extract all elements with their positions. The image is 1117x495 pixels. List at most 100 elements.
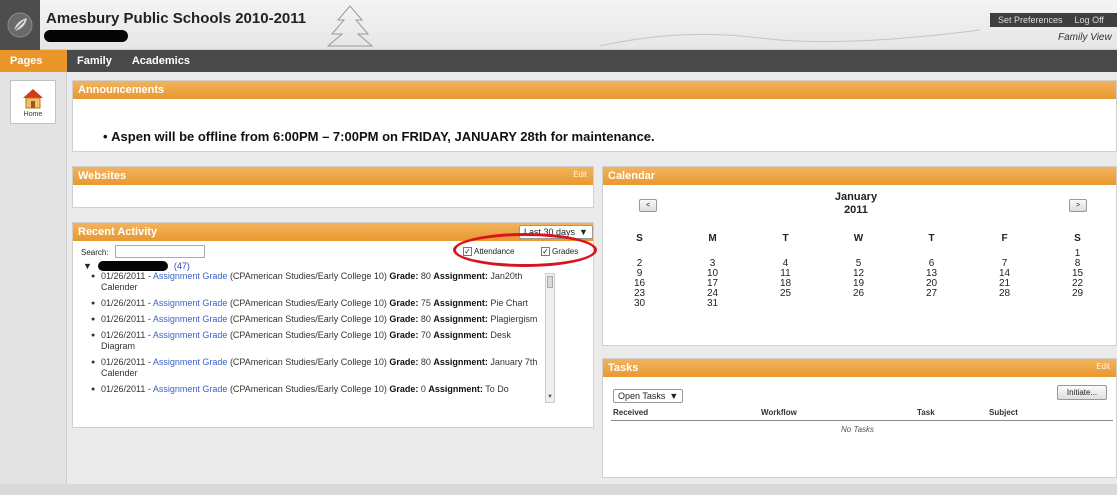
announcement-message: Aspen will be offline from 6:00PM – 7:00… xyxy=(111,129,655,144)
websites-edit-link[interactable]: Edit xyxy=(573,170,587,179)
calendar-title: Calendar xyxy=(608,170,656,182)
calendar-year: 2011 xyxy=(844,204,868,216)
preferences-bar: Set Preferences Log Off xyxy=(990,13,1117,27)
leaf-icon xyxy=(7,12,33,38)
weekday-label: T xyxy=(928,233,935,244)
tasks-header: Tasks Edit xyxy=(603,359,1116,377)
list-item: 01/26/2011 - Assignment Grade (CPAmerica… xyxy=(91,330,541,352)
recent-activity-title: Recent Activity xyxy=(78,226,158,238)
calendar-header: Calendar xyxy=(603,167,1116,185)
prev-month-button[interactable]: < xyxy=(639,199,657,212)
calendar-day[interactable] xyxy=(968,299,1041,309)
view-label: Family View xyxy=(1058,32,1112,43)
home-button[interactable]: Home xyxy=(10,80,56,124)
tab-pages[interactable]: Pages xyxy=(0,50,67,72)
app-header: Amesbury Public Schools 2010-2011 Set Pr… xyxy=(0,0,1117,50)
calendar-day[interactable]: 31 xyxy=(676,299,749,309)
calendar-week: 30 31 xyxy=(603,299,1116,309)
calendar-day[interactable]: 26 xyxy=(822,289,895,299)
activity-list: 01/26/2011 - Assignment Grade (CPAmerica… xyxy=(91,271,541,401)
home-label: Home xyxy=(23,110,43,118)
column-subject[interactable]: Subject xyxy=(989,408,1018,417)
calendar-week: 23 24 25 26 27 28 29 xyxy=(603,289,1116,299)
calendar-grid: S M T W T F S 1 2 3 4 5 6 7 8 9 10 11 12… xyxy=(603,229,1116,309)
calendar-day[interactable] xyxy=(749,299,822,309)
red-highlight-circle xyxy=(453,233,597,267)
log-off-link[interactable]: Log Off xyxy=(1075,15,1104,25)
search-label: Search: xyxy=(81,248,109,257)
calendar-day[interactable]: 25 xyxy=(749,289,822,299)
activity-count: (47) xyxy=(173,261,190,271)
calendar-day[interactable]: 27 xyxy=(895,289,968,299)
websites-title: Websites xyxy=(78,170,127,182)
column-received[interactable]: Received xyxy=(613,408,648,417)
footer-bar xyxy=(0,484,1117,495)
assignment-grade-link[interactable]: Assignment Grade xyxy=(153,298,228,308)
list-item: 01/26/2011 - Assignment Grade (CPAmerica… xyxy=(91,314,541,325)
list-item: 01/26/2011 - Assignment Grade (CPAmerica… xyxy=(91,384,541,395)
calendar-day[interactable] xyxy=(1041,299,1114,309)
column-task[interactable]: Task xyxy=(917,408,935,417)
hills-sketch-graphic xyxy=(600,29,980,47)
calendar-day[interactable]: 29 xyxy=(1041,289,1114,299)
weekday-label: T xyxy=(782,233,789,244)
bullet-icon: • xyxy=(103,129,112,144)
announcements-header: Announcements xyxy=(73,81,1116,99)
assignment-grade-link[interactable]: Assignment Grade xyxy=(153,314,228,324)
school-title: Amesbury Public Schools 2010-2011 xyxy=(46,10,307,27)
left-sidebar: Home xyxy=(0,72,67,484)
chevron-down-icon: ▼ xyxy=(669,391,679,401)
tasks-panel: Tasks Edit Open Tasks ▼ Initiate... Rece… xyxy=(602,358,1117,478)
calendar-month: January xyxy=(834,191,878,203)
scroll-thumb[interactable] xyxy=(547,276,553,288)
announcements-panel: Announcements • Aspen will be offline fr… xyxy=(72,80,1117,152)
set-preferences-link[interactable]: Set Preferences xyxy=(998,15,1063,25)
redacted-student-name xyxy=(97,261,168,271)
tab-family[interactable]: Family xyxy=(67,50,122,72)
aspen-logo xyxy=(0,0,40,50)
weekday-label: M xyxy=(708,233,717,244)
weekday-label: F xyxy=(1001,233,1008,244)
calendar-day[interactable] xyxy=(822,299,895,309)
calendar-month-label: January 2011 xyxy=(826,191,886,217)
announcements-title: Announcements xyxy=(78,84,165,96)
weekday-label: S xyxy=(1074,233,1081,244)
task-filter-value: Open Tasks xyxy=(618,391,666,401)
websites-panel: Websites Edit xyxy=(72,166,594,208)
list-item: 01/26/2011 - Assignment Grade (CPAmerica… xyxy=(91,298,541,309)
arrow-down-icon[interactable]: ▼ xyxy=(547,394,553,400)
empty-state: No Tasks xyxy=(841,425,875,434)
tasks-edit-link[interactable]: Edit xyxy=(1096,362,1110,371)
recent-activity-panel: Recent Activity Last 30 days ▼ Search: ✓… xyxy=(72,222,597,428)
student-tree-node[interactable]: ▼ (47) xyxy=(83,261,190,271)
list-item: 01/26/2011 - Assignment Grade (CPAmerica… xyxy=(91,357,541,379)
calendar-day[interactable] xyxy=(895,299,968,309)
weekday-label: S xyxy=(636,233,643,244)
task-filter-select[interactable]: Open Tasks ▼ xyxy=(613,389,684,403)
tasks-title: Tasks xyxy=(608,362,639,374)
weekday-row: S M T W T F S xyxy=(603,229,1116,249)
next-month-button[interactable]: > xyxy=(1069,199,1087,212)
initiate-button[interactable]: Initiate... xyxy=(1057,385,1107,400)
announcement-item: • Aspen will be offline from 6:00PM – 7:… xyxy=(103,129,655,144)
list-item: 01/26/2011 - Assignment Grade (CPAmerica… xyxy=(91,271,541,293)
redacted-student-name xyxy=(44,30,128,42)
assignment-grade-link[interactable]: Assignment Grade xyxy=(153,271,228,281)
calendar-panel: Calendar < January 2011 > S M T W T F S … xyxy=(602,166,1117,346)
assignment-grade-link[interactable]: Assignment Grade xyxy=(153,330,228,340)
weekday-label: W xyxy=(853,233,864,244)
chevron-down-icon: ▼ xyxy=(579,227,588,237)
websites-header: Websites Edit xyxy=(73,167,593,185)
tasks-table-header: Received Workflow Task Subject xyxy=(611,407,1113,421)
tab-academics[interactable]: Academics xyxy=(122,50,200,72)
activity-scrollbar[interactable]: ▼ xyxy=(545,273,555,403)
home-icon xyxy=(23,88,43,108)
tree-sketch-graphic xyxy=(326,5,374,47)
calendar-day[interactable]: 30 xyxy=(603,299,676,309)
assignment-grade-link[interactable]: Assignment Grade xyxy=(153,357,228,367)
column-workflow[interactable]: Workflow xyxy=(761,408,797,417)
search-input[interactable] xyxy=(115,245,205,258)
calendar-day[interactable]: 28 xyxy=(968,289,1041,299)
assignment-grade-link[interactable]: Assignment Grade xyxy=(153,384,228,394)
main-nav: Pages Family Academics xyxy=(0,50,1117,72)
